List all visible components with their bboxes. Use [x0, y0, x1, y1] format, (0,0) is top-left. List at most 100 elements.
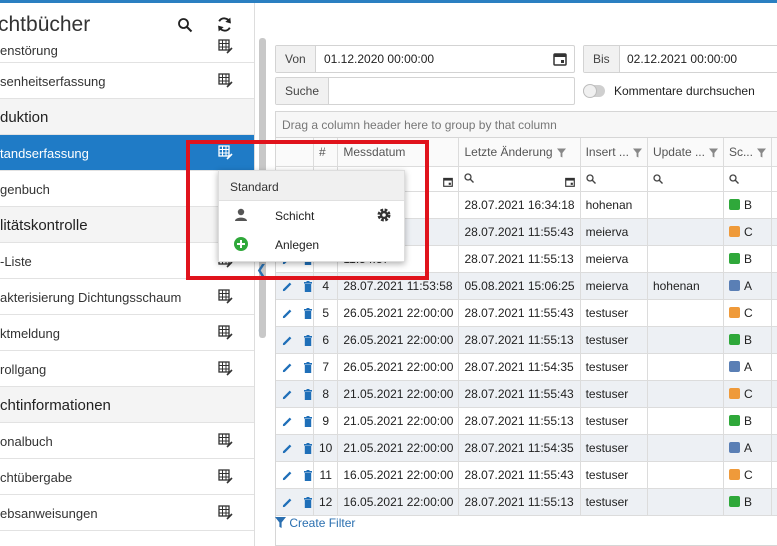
edit-icon[interactable]	[282, 389, 293, 400]
delete-icon[interactable]	[303, 388, 313, 400]
cell-num: 5	[313, 299, 339, 327]
status-square	[728, 414, 740, 426]
sidebar-item[interactable]: rollgang	[0, 351, 254, 387]
kommentare-toggle[interactable]	[583, 84, 605, 98]
von-field[interactable]: Von 01.12.2020 00:00:00	[275, 45, 575, 73]
table-row[interactable]: 7 26.05.2021 22:00:00 28.07.2021 11:54:35 t…	[276, 353, 777, 381]
search-icon[interactable]	[177, 17, 193, 33]
column-header[interactable]: Insert ...	[580, 138, 648, 167]
edit-icon[interactable]	[282, 443, 293, 454]
edit-icon[interactable]	[282, 281, 293, 292]
edit-icon[interactable]	[282, 497, 293, 508]
sidebar-item[interactable]: onalbuch	[0, 423, 254, 459]
delete-icon[interactable]	[303, 496, 313, 508]
table-row[interactable]: 11 16.05.2021 22:00:00 28.07.2021 11:55:43…	[276, 461, 777, 489]
cell-insert: testuser	[580, 326, 648, 354]
sidebar-item-label: senheitserfassung	[0, 74, 106, 89]
table-row[interactable]: 12 16.05.2021 22:00:00 28.07.2021 11:55:13…	[276, 488, 777, 516]
row-actions	[276, 326, 314, 354]
filter-cell[interactable]	[647, 166, 724, 192]
grid-edit-icon[interactable]	[218, 39, 233, 54]
table-row[interactable]: 10 21.05.2021 22:00:00 28.07.2021 11:54:35…	[276, 434, 777, 462]
edit-icon[interactable]	[282, 362, 293, 373]
cell-update	[647, 245, 724, 273]
filter-icon[interactable]	[556, 148, 566, 158]
cell-letzte: 28.07.2021 11:55:43	[458, 380, 581, 408]
edit-icon[interactable]	[282, 308, 293, 319]
cell-insert: testuser	[580, 380, 648, 408]
search-icon[interactable]	[653, 174, 663, 185]
cell-sc: B	[723, 245, 772, 273]
column-header[interactable]: Letzte Änderung	[458, 138, 581, 167]
delete-icon[interactable]	[303, 469, 313, 481]
sidebar-item-label: ebsanweisungen	[0, 506, 98, 521]
table-row[interactable]: 5 26.05.2021 22:00:00 28.07.2021 11:55:43 t…	[276, 299, 777, 327]
column-header[interactable]: Update ...	[647, 138, 724, 167]
sidebar-item[interactable]: ktmeldung	[0, 315, 254, 351]
grid-edit-icon[interactable]	[218, 505, 233, 520]
filter-cell[interactable]	[458, 166, 581, 192]
grid-edit-icon[interactable]	[218, 73, 233, 88]
cell-letzte: 28.07.2021 11:55:43	[458, 218, 581, 246]
grid-edit-icon[interactable]	[218, 361, 233, 376]
grid-edit-icon[interactable]	[218, 433, 233, 448]
grid-edit-icon[interactable]	[218, 325, 233, 340]
refresh-icon[interactable]	[216, 16, 233, 33]
filter-icon[interactable]	[708, 148, 718, 158]
filter-cell[interactable]	[771, 166, 777, 192]
bis-field[interactable]: Bis 02.12.2021 00:00:00	[583, 45, 777, 73]
edit-icon[interactable]	[282, 470, 293, 481]
cell-insert: meierva	[580, 218, 648, 246]
sidebar-item[interactable]: akterisierung Dichtungsschaum	[0, 279, 254, 315]
status-square	[728, 387, 740, 399]
filter-cell[interactable]	[580, 166, 648, 192]
sidebar-item[interactable]: enstörung	[0, 35, 254, 63]
cell-num: 6	[313, 326, 339, 354]
search-icon[interactable]	[729, 174, 739, 185]
cell-mess: 26.05.2021 22:00:00	[337, 353, 460, 381]
column-header-label: Letzte Änderung	[464, 144, 553, 159]
row-actions	[276, 299, 314, 327]
sidebar-item[interactable]: senheitserfassung	[0, 63, 254, 99]
filter-icon[interactable]	[632, 148, 642, 158]
table-row[interactable]: 9 21.05.2021 22:00:00 28.07.2021 11:55:13 t…	[276, 407, 777, 435]
delete-icon[interactable]	[303, 307, 313, 319]
edit-icon[interactable]	[282, 335, 293, 346]
row-actions	[276, 434, 314, 462]
search-icon[interactable]	[464, 173, 475, 183]
delete-icon[interactable]	[303, 280, 313, 292]
filter-icon[interactable]	[756, 148, 766, 158]
sidebar-item[interactable]: ebsanweisungen	[0, 495, 254, 531]
sc-label: B	[743, 413, 752, 428]
suche-label: Suche	[276, 78, 330, 104]
filter-cell[interactable]	[723, 166, 772, 192]
grid-edit-icon[interactable]	[218, 289, 233, 304]
cell-update	[647, 407, 724, 435]
sidebar-item-label: litätskontrolle	[0, 217, 88, 234]
delete-icon[interactable]	[303, 361, 313, 373]
column-header[interactable]: Sc...	[723, 138, 772, 167]
search-icon[interactable]	[585, 174, 596, 185]
cell-letzte: 28.07.2021 11:55:13	[458, 326, 581, 354]
column-header[interactable]: Anl	[771, 138, 777, 167]
delete-icon[interactable]	[303, 442, 313, 454]
calendar-icon[interactable]	[553, 52, 567, 66]
delete-icon[interactable]	[303, 415, 313, 427]
table-row[interactable]: 8 21.05.2021 22:00:00 28.07.2021 11:55:43 t…	[276, 380, 777, 408]
cell-letzte: 28.07.2021 11:55:13	[458, 245, 581, 273]
create-filter-button[interactable]: Create Filter	[275, 516, 355, 530]
cell-sc: C	[723, 461, 772, 489]
cell-mess: 21.05.2021 22:00:00	[337, 407, 460, 435]
edit-icon[interactable]	[282, 416, 293, 427]
calendar-icon[interactable]	[443, 177, 454, 187]
calendar-icon[interactable]	[564, 177, 575, 187]
sidebar-item-label: ktmeldung	[0, 326, 60, 341]
table-row[interactable]: 6 26.05.2021 22:00:00 28.07.2021 11:55:13 t…	[276, 326, 777, 354]
grid-edit-icon[interactable]	[218, 469, 233, 484]
delete-icon[interactable]	[303, 334, 313, 346]
sc-label: C	[743, 305, 753, 320]
search-field[interactable]: Suche	[275, 77, 575, 105]
cell-anl: F	[771, 191, 777, 219]
sidebar-item[interactable]: chtübergabe	[0, 459, 254, 495]
sc-label: B	[743, 197, 752, 212]
